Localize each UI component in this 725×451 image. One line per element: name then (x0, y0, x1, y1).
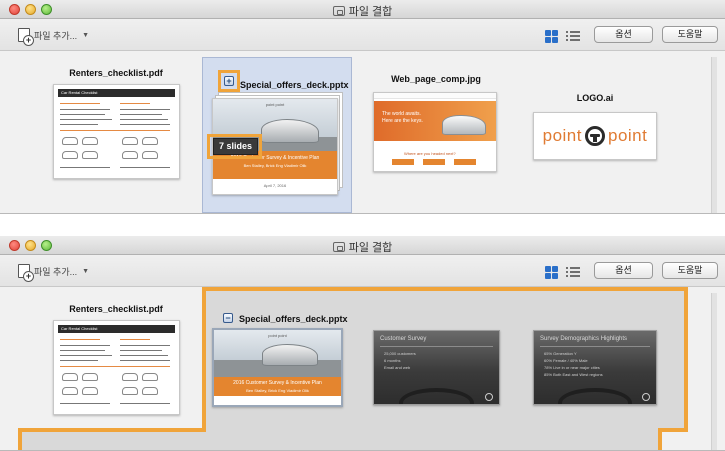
help-button[interactable]: 도움말 (662, 262, 718, 279)
deck-logo-text: point point (265, 102, 285, 107)
collapse-minus-icon[interactable]: − (223, 313, 233, 323)
file-thumbnail-renters-checklist[interactable]: Car Rental Checklist (53, 84, 180, 179)
toolbar: 파일 추가... ▼ 옵션 도움말 (0, 19, 725, 51)
scrollbar[interactable] (711, 57, 717, 213)
chevron-down-icon: ▼ (82, 267, 90, 275)
deck-date: April 7, 2016 (263, 182, 287, 188)
slide-thumbnail-2[interactable]: Customer Survey 25,000 customers 6 month… (373, 330, 500, 405)
deck-band-title: 2016 Customer Survey & Incentive Plan (233, 379, 322, 386)
file-grid: Renters_checklist.pdf Car Rental Checkli… (0, 51, 725, 213)
slide-3-bullet-4: 85% Both East and West regions (544, 372, 603, 377)
slide-3-title: Survey Demographics Highlights (540, 336, 628, 342)
logo-word-right: point (608, 126, 648, 145)
file-thumbnail-renters-checklist[interactable]: Car Rental Checklist (53, 320, 180, 415)
list-view-icon[interactable] (566, 266, 580, 279)
file-name-renters-checklist: Renters_checklist.pdf (69, 304, 163, 314)
window-title-text: 파일 결합 (348, 6, 393, 18)
slide-thumbnail-3[interactable]: Survey Demographics Highlights 65% Gener… (533, 330, 657, 405)
file-thumbnail-logo[interactable]: point point (533, 112, 657, 160)
web-hero-line2: Here are the keys. (382, 118, 423, 124)
scrollbar[interactable] (711, 293, 717, 450)
steering-wheel-icon (585, 126, 605, 146)
window-title: 파일 결합 (0, 239, 725, 255)
slide-3-bullet-3: 78% Live in or near major cities (544, 365, 600, 370)
deck-logo-text: point point (268, 333, 287, 338)
slide-3-bullet-1: 65% Generation Y (544, 351, 577, 356)
slide-2-bullet-2: 6 months (384, 358, 401, 363)
window-title: 파일 결합 (0, 3, 725, 19)
add-files-button[interactable]: 파일 추가... ▼ (18, 263, 90, 282)
brand-mark-icon (485, 393, 493, 401)
add-files-icon (18, 28, 34, 46)
slide-2-title: Customer Survey (380, 336, 427, 342)
add-files-label: 파일 추가... (34, 266, 78, 277)
web-subheading: Where are you headed next? (404, 151, 456, 156)
file-name-special-offers-deck: Special_offers_deck.pptx (240, 80, 349, 90)
grid-view-icon[interactable] (545, 266, 558, 279)
toolbar: 파일 추가... ▼ 옵션 도움말 (0, 255, 725, 287)
chevron-down-icon: ▼ (82, 31, 90, 39)
file-combine-icon (332, 6, 345, 16)
add-files-button[interactable]: 파일 추가... ▼ (18, 27, 90, 46)
expand-plus-icon[interactable]: + (224, 76, 234, 86)
list-view-icon[interactable] (566, 30, 580, 43)
checklist-header-text: Car Rental Checklist (61, 326, 98, 331)
combine-files-window-expanded: 파일 결합 파일 추가... ▼ 옵션 도움말 (0, 236, 725, 451)
file-thumbnail-web-page-comp[interactable]: The world awaits. Here are the keys. Wher… (373, 92, 497, 172)
add-files-icon (18, 264, 34, 282)
grid-view-icon[interactable] (545, 30, 558, 43)
add-files-label: 파일 추가... (34, 30, 78, 41)
deck-band-subtitle: Ben Stalley, Brick Eng Vladimir Olik (246, 387, 309, 393)
window-title-text: 파일 결합 (348, 242, 393, 254)
file-combine-icon (332, 242, 345, 252)
deck-band-subtitle: Ben Stalley, Brick Eng Vladimir Olik (243, 163, 307, 169)
file-name-logo: LOGO.ai (576, 93, 614, 103)
slides-count-badge: 7 slides (213, 138, 258, 155)
options-button[interactable]: 옵션 (594, 262, 653, 279)
title-bar[interactable]: 파일 결합 (0, 0, 725, 19)
title-bar[interactable]: 파일 결합 (0, 236, 725, 255)
web-hero-line1: The world awaits. (382, 111, 421, 117)
brand-mark-icon (642, 393, 650, 401)
slide-thumbnail-1[interactable]: point point 2016 Customer Survey & Incen… (212, 328, 343, 407)
slide-3-bullet-2: 60% Female / 40% Male (544, 358, 588, 363)
logo-word-left: point (542, 126, 582, 145)
slide-2-bullet-3: Email and web (384, 365, 411, 370)
file-name-web-page-comp: Web_page_comp.jpg (391, 74, 481, 84)
checklist-header-text: Car Rental Checklist (61, 90, 98, 95)
file-grid: Renters_checklist.pdf Car Rental Checkli… (0, 287, 725, 450)
combine-files-window-collapsed: 파일 결합 파일 추가... ▼ 옵션 도움말 Renters_checklis… (0, 0, 725, 214)
file-name-renters-checklist: Renters_checklist.pdf (69, 68, 163, 78)
slide-2-bullet-1: 25,000 customers (384, 351, 416, 356)
help-button[interactable]: 도움말 (662, 26, 718, 43)
options-button[interactable]: 옵션 (594, 26, 653, 43)
file-name-special-offers-deck: Special_offers_deck.pptx (239, 314, 348, 324)
